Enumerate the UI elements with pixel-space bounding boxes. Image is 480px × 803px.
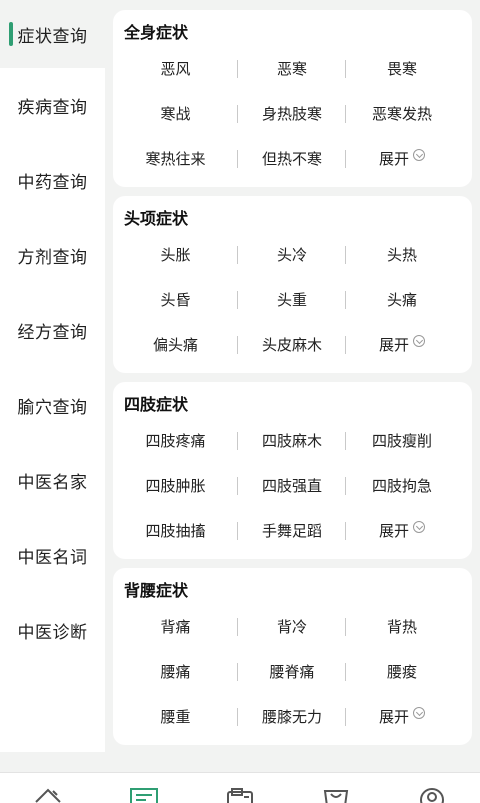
section-title: 背腰症状 (124, 581, 189, 600)
section-title: 头项症状 (124, 209, 189, 228)
home-icon (35, 788, 61, 803)
expand-label: 展开 (378, 522, 409, 540)
nav-profile[interactable] (402, 773, 462, 803)
symptom-item[interactable]: 头重 (238, 289, 346, 310)
symptom-item[interactable]: 手舞足蹈 (238, 520, 346, 541)
sidebar-item-symptom-query[interactable]: 症状查询 (0, 0, 105, 68)
bottom-nav (0, 772, 480, 803)
sidebar-item-label: 腧穴查询 (17, 398, 88, 418)
section-card: 背腰症状 背痛 背冷 背热 腰痛 腰脊痛 腰痠 腰重 腰膝无力 展开 (113, 568, 472, 745)
symptom-item[interactable]: 腰膝无力 (238, 706, 346, 727)
symptom-row: 头胀 头冷 头热 (113, 232, 472, 277)
symptom-item[interactable]: 头热 (346, 244, 458, 265)
shopping-bag-icon (323, 790, 349, 803)
main-content: 全身症状 恶风 恶寒 畏寒 寒战 身热肢寒 恶寒发热 寒热往来 但热不寒 展开 … (105, 0, 480, 752)
symptom-item[interactable]: 身热肢寒 (238, 103, 346, 124)
sidebar-item-famous-doctors[interactable]: 中医名家 (0, 443, 105, 518)
sidebar-item-label: 疾病查询 (17, 98, 88, 118)
symptom-item[interactable]: 恶寒 (238, 58, 346, 79)
symptom-item[interactable]: 腰痛 (113, 661, 238, 682)
symptom-row: 恶风 恶寒 畏寒 (113, 46, 472, 91)
symptom-item[interactable]: 头冷 (238, 244, 346, 265)
symptom-item[interactable]: 偏头痛 (113, 334, 238, 355)
sidebar-item-classic-prescription-query[interactable]: 经方查询 (0, 293, 105, 368)
sidebar-item-label: 症状查询 (17, 26, 88, 47)
expand-label: 展开 (378, 336, 409, 354)
sidebar-item-acupoint-query[interactable]: 腧穴查询 (0, 368, 105, 443)
symptom-item[interactable]: 四肢瘦削 (346, 430, 458, 451)
symptom-list-icon (130, 788, 158, 803)
sidebar-item-label: 方剂查询 (17, 248, 88, 268)
symptom-item[interactable]: 腰痠 (346, 661, 458, 682)
symptom-item[interactable]: 畏寒 (346, 58, 458, 79)
section-title: 四肢症状 (124, 395, 189, 414)
symptom-item[interactable]: 四肢麻木 (238, 430, 346, 451)
symptom-item[interactable]: 头胀 (113, 244, 238, 265)
symptom-row: 寒战 身热肢寒 恶寒发热 (113, 91, 472, 136)
symptom-item[interactable]: 头痛 (346, 289, 458, 310)
symptom-row: 腰痛 腰脊痛 腰痠 (113, 649, 472, 694)
section-title: 全身症状 (124, 23, 189, 42)
nav-symptoms[interactable] (114, 773, 174, 803)
news-card-icon (227, 788, 253, 803)
sidebar-item-tcm-diagnosis[interactable]: 中医诊断 (0, 593, 105, 668)
sidebar-item-label: 中医名家 (17, 473, 88, 493)
section-card: 全身症状 恶风 恶寒 畏寒 寒战 身热肢寒 恶寒发热 寒热往来 但热不寒 展开 (113, 10, 472, 187)
symptom-row: 四肢抽搐 手舞足蹈 展开 (113, 508, 472, 553)
symptom-item[interactable]: 但热不寒 (238, 148, 346, 169)
sidebar-item-tcm-terms[interactable]: 中医名词 (0, 518, 105, 593)
chevron-down-circle-icon (413, 148, 425, 161)
chevron-down-circle-icon (413, 334, 425, 347)
symptom-item[interactable]: 恶寒发热 (346, 103, 458, 124)
symptom-item[interactable]: 背痛 (113, 616, 238, 637)
section-card: 四肢症状 四肢疼痛 四肢麻木 四肢瘦削 四肢肿胀 四肢强直 四肢拘急 四肢抽搐 … (113, 382, 472, 559)
expand-label: 展开 (378, 150, 409, 168)
sidebar: 症状查询 疾病查询 中药查询 方剂查询 经方查询 腧穴查询 中医名家 中医名词 … (0, 0, 105, 752)
expand-label: 展开 (378, 708, 409, 726)
symptom-item[interactable]: 背冷 (238, 616, 346, 637)
expand-button[interactable]: 展开 (346, 520, 458, 541)
sidebar-item-disease-query[interactable]: 疾病查询 (0, 68, 105, 143)
expand-button[interactable]: 展开 (346, 334, 458, 355)
sidebar-item-label: 经方查询 (17, 323, 88, 343)
sidebar-item-prescription-query[interactable]: 方剂查询 (0, 218, 105, 293)
sidebar-item-label: 中医名词 (17, 548, 88, 568)
symptom-item[interactable]: 四肢肿胀 (113, 475, 238, 496)
symptom-item[interactable]: 腰重 (113, 706, 238, 727)
sidebar-item-label: 中药查询 (17, 173, 88, 193)
chevron-down-circle-icon (413, 706, 425, 719)
nav-shop[interactable] (306, 773, 366, 803)
symptom-row: 腰重 腰膝无力 展开 (113, 694, 472, 739)
expand-button[interactable]: 展开 (346, 706, 458, 727)
symptom-item[interactable]: 背热 (346, 616, 458, 637)
symptom-item[interactable]: 头昏 (113, 289, 238, 310)
symptom-row: 背痛 背冷 背热 (113, 604, 472, 649)
symptom-item[interactable]: 四肢疼痛 (113, 430, 238, 451)
nav-news[interactable] (210, 773, 270, 803)
symptom-item[interactable]: 头皮麻木 (238, 334, 346, 355)
symptom-item[interactable]: 腰脊痛 (238, 661, 346, 682)
expand-button[interactable]: 展开 (346, 148, 458, 169)
symptom-row: 四肢肿胀 四肢强直 四肢拘急 (113, 463, 472, 508)
sidebar-item-label: 中医诊断 (17, 623, 88, 643)
sidebar-item-herb-query[interactable]: 中药查询 (0, 143, 105, 218)
symptom-row: 寒热往来 但热不寒 展开 (113, 136, 472, 181)
nav-home[interactable] (18, 773, 78, 803)
symptom-row: 偏头痛 头皮麻木 展开 (113, 322, 472, 367)
symptom-item[interactable]: 恶风 (113, 58, 238, 79)
symptom-row: 头昏 头重 头痛 (113, 277, 472, 322)
symptom-item[interactable]: 四肢强直 (238, 475, 346, 496)
profile-icon (420, 788, 444, 803)
symptom-item[interactable]: 四肢拘急 (346, 475, 458, 496)
symptom-item[interactable]: 寒战 (113, 103, 238, 124)
app-root: 症状查询 疾病查询 中药查询 方剂查询 经方查询 腧穴查询 中医名家 中医名词 … (0, 0, 480, 803)
symptom-item[interactable]: 四肢抽搐 (113, 520, 238, 541)
symptom-item[interactable]: 寒热往来 (113, 148, 238, 169)
symptom-row: 四肢疼痛 四肢麻木 四肢瘦削 (113, 418, 472, 463)
section-card: 头项症状 头胀 头冷 头热 头昏 头重 头痛 偏头痛 头皮麻木 展开 (113, 196, 472, 373)
chevron-down-circle-icon (413, 520, 425, 533)
